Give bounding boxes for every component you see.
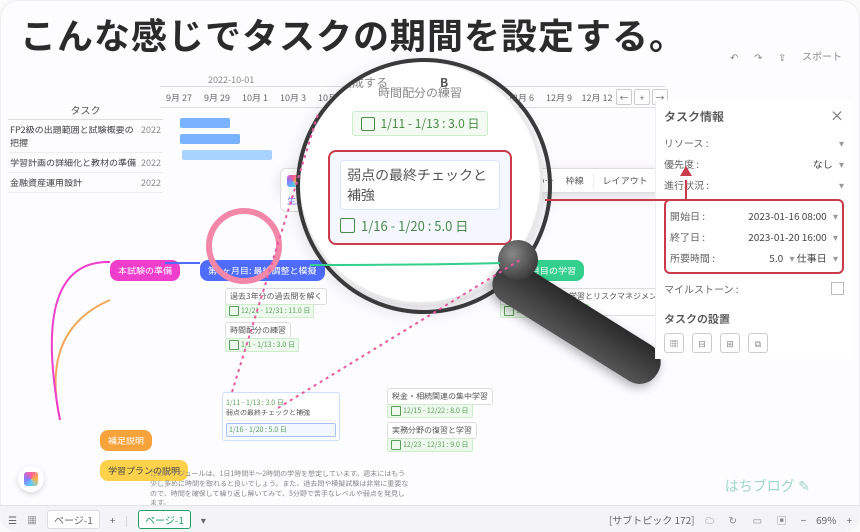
gantt-bar[interactable] xyxy=(180,134,240,144)
app-logo-icon xyxy=(24,472,38,486)
date-label: 12/21 - 12/31 : 11.0 日 xyxy=(225,304,314,318)
date-label: 12/15 - 12/22 : 8.0 日 xyxy=(387,404,473,418)
progress-label: 進行状況 : xyxy=(664,177,709,192)
app-logo-icon xyxy=(287,175,299,187)
node-pink[interactable]: 本試験の準備 xyxy=(110,260,180,281)
gantt-bar[interactable] xyxy=(180,118,230,128)
layout-section-title: タスクの設置 xyxy=(664,311,844,327)
mag-highlight-card: 弱点の最終チェックと補強 1/16 - 1/20 : 5.0 日 xyxy=(328,150,512,245)
magnifier-knob xyxy=(498,240,538,280)
layout-menu[interactable]: レイアウト xyxy=(600,173,651,188)
timeline-mark: 10月 1 xyxy=(236,91,274,104)
duration-value[interactable]: 5.0 ▾ 仕事日 ▾ xyxy=(769,250,838,265)
timeline-mark: 9月 27 xyxy=(160,91,198,104)
calendar-icon xyxy=(229,340,239,350)
calendar-icon xyxy=(391,406,401,416)
top-toolbar: ↶ ↷ ⇪ スポート xyxy=(730,48,842,63)
redo-icon[interactable]: ↷ xyxy=(754,49,768,63)
close-icon[interactable]: × xyxy=(830,106,844,126)
layout-option-2[interactable]: ⊟ xyxy=(692,333,712,353)
add-page-button[interactable]: + xyxy=(110,512,116,527)
footnote-text: このスケジュールは、1日1時間半〜2時間の学習を想定しています。週末にはもう少し… xyxy=(150,470,410,506)
calendar-icon xyxy=(361,117,375,131)
mag-bold-b: B xyxy=(440,74,448,91)
share-icon[interactable]: ⇪ xyxy=(778,49,792,63)
calendar-icon xyxy=(340,218,355,233)
focus-card-title: 弱点の最終チェックと補強 xyxy=(226,408,336,421)
app-logo-button[interactable] xyxy=(18,466,44,492)
timeline-date-header: 2022-10-01 xyxy=(208,73,254,86)
timeline-prev-button[interactable]: ← xyxy=(616,89,632,105)
subtopic-count: [サブトピック 172] xyxy=(609,512,695,527)
focus-card[interactable]: 1/11 - 1/13 : 3.0 日 弱点の最終チェックと補強 1/16 - … xyxy=(222,392,340,441)
resource-label: リソース : xyxy=(664,135,709,150)
duration-label: 所要時間 : xyxy=(670,250,715,265)
mag-card-title: 弱点の最終チェックと補強 xyxy=(340,160,500,210)
gantt-bar[interactable] xyxy=(182,150,272,160)
headline: こんな感じでタスクの期間を設定する。 xyxy=(20,8,686,60)
undo-icon[interactable]: ↶ xyxy=(730,49,744,63)
layout-option-1[interactable]: ▦ xyxy=(664,333,684,353)
milestone-checkbox[interactable] xyxy=(831,282,844,295)
priority-label: 優先度 : xyxy=(664,156,699,171)
page-tab[interactable]: ページ-1 xyxy=(47,510,100,529)
zoom-level[interactable]: 69% xyxy=(816,512,836,527)
zoom-in-button[interactable]: + xyxy=(846,512,852,527)
start-date-label: 開始日 : xyxy=(670,208,705,223)
task-row[interactable]: FP2級の出題範囲と試験概要の把握2022 xyxy=(8,120,163,153)
layout-option-3[interactable]: ⊞ xyxy=(720,333,740,353)
progress-dropdown[interactable]: ▾ xyxy=(839,177,844,192)
mag-card-date: 1/16 - 1/20 : 5.0 日 xyxy=(340,216,500,235)
outline-icon[interactable]: ☰ xyxy=(8,512,17,527)
node-orange[interactable]: 補足説明 xyxy=(100,430,152,451)
subnode[interactable]: 時間配分の練習 xyxy=(225,322,291,339)
task-list-header: タスク xyxy=(8,100,163,120)
resource-dropdown[interactable]: ▾ xyxy=(839,135,844,150)
date-highlight-box: 開始日 : 2023-01-16 08:00 ▾ 終了日 : 2023-01-20 … xyxy=(664,199,844,274)
priority-value[interactable]: なし ▾ xyxy=(813,156,844,171)
layout-option-4[interactable]: ⧉ xyxy=(748,333,768,353)
cloud-icon[interactable]: ☁ xyxy=(705,512,719,526)
focus-date-2: 1/16 - 1/20 : 5.0 日 xyxy=(226,423,336,437)
watermark: はちブログ ✎ xyxy=(725,476,810,496)
timeline-mark: 12月 12 xyxy=(578,91,616,104)
status-bar: ☰ ▦ ページ-1 + | ページ-1▾ [サブトピック 172] ☁ ↻ ▭ … xyxy=(0,505,860,532)
grid-icon[interactable]: ▦ xyxy=(27,512,37,527)
focus-date-1: 1/11 - 1/13 : 3.0 日 xyxy=(226,398,336,408)
subnode[interactable]: 税金・相続関連の集中学習 xyxy=(387,388,493,405)
date-label: 12/23 - 12/31 : 9.0 日 xyxy=(387,438,473,452)
end-date-label: 終了日 : xyxy=(670,229,705,244)
mag-date-chip: 1/11 - 1/13 : 3.0 日 xyxy=(352,111,489,136)
page-tab-active[interactable]: ページ-1 xyxy=(138,510,191,529)
milestone-label: マイルストーン : xyxy=(664,281,739,296)
history-icon[interactable]: ↻ xyxy=(729,512,743,526)
calendar-icon xyxy=(229,306,239,316)
task-info-panel: タスク情報 × リソース : ▾ 優先度 : なし ▾ 進行状況 : ▾ 開始日 : 20… xyxy=(655,100,852,359)
mag-top-left: 生成する xyxy=(340,74,388,91)
calendar-icon xyxy=(391,440,401,450)
timeline-next-button[interactable]: + xyxy=(634,89,650,105)
export-label[interactable]: スポート xyxy=(802,48,842,63)
panel-title: タスク情報 xyxy=(664,108,724,125)
date-label: 1/1 - 1/13 : 3.0 日 xyxy=(225,338,299,352)
zoom-out-button[interactable]: − xyxy=(801,512,807,527)
start-date-value[interactable]: 2023-01-16 08:00 ▾ xyxy=(748,208,838,223)
fit-icon[interactable]: ▣ xyxy=(777,512,791,526)
subnode[interactable]: 実務分野の復習と学習 xyxy=(387,422,477,439)
timeline-mark: 9月 29 xyxy=(198,91,236,104)
border-menu[interactable]: 枠線 xyxy=(563,173,587,188)
page-dropdown[interactable]: ▾ xyxy=(201,512,206,527)
present-icon[interactable]: ▭ xyxy=(753,512,767,526)
end-date-value[interactable]: 2023-01-20 16:00 ▾ xyxy=(748,229,838,244)
timeline-mark: 12月 9 xyxy=(540,91,578,104)
